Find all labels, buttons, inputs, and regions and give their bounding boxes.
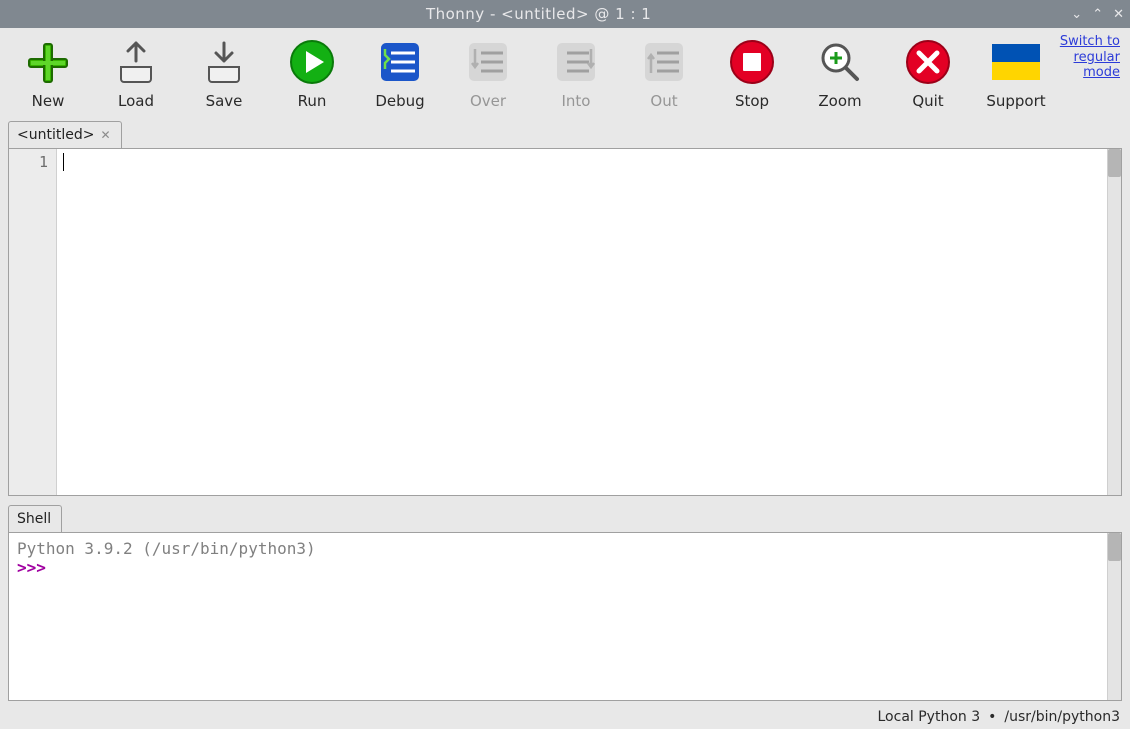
debug-button[interactable]: Debug (356, 34, 444, 110)
line-gutter: 1 (9, 149, 57, 495)
new-icon (24, 38, 72, 86)
window-title: Thonny - <untitled> @ 1 : 1 (6, 5, 1071, 23)
save-button[interactable]: Save (180, 34, 268, 110)
statusbar: Local Python 3 • /usr/bin/python3 (0, 705, 1130, 729)
work-area: <untitled> ✕ 1 Shell Python 3.9.2 (/usr/… (0, 121, 1130, 705)
into-button: Into (532, 34, 620, 110)
shell-banner: Python 3.9.2 (/usr/bin/python3) (17, 539, 1107, 558)
quit-button[interactable]: Quit (884, 34, 972, 110)
into-icon (552, 38, 600, 86)
titlebar: Thonny - <untitled> @ 1 : 1 ⌄ ⌃ ✕ (0, 0, 1130, 28)
zoom-label: Zoom (818, 92, 861, 110)
shell-tab-name: Shell (17, 511, 51, 527)
new-label: New (32, 92, 65, 110)
over-button: Over (444, 34, 532, 110)
close-window-icon[interactable]: ✕ (1113, 7, 1124, 22)
save-icon (200, 38, 248, 86)
shell-tab[interactable]: Shell (8, 505, 62, 532)
new-button[interactable]: New (4, 34, 92, 110)
zoom-button[interactable]: Zoom (796, 34, 884, 110)
minimize-icon[interactable]: ⌃ (1092, 7, 1103, 22)
editor-scrollbar[interactable] (1107, 149, 1121, 495)
interpreter-name[interactable]: Local Python 3 (878, 709, 981, 725)
window-controls: ⌄ ⌃ ✕ (1071, 7, 1124, 22)
window-menu-icon[interactable]: ⌄ (1071, 7, 1082, 22)
statusbar-separator: • (988, 709, 996, 725)
editor-area: 1 (8, 148, 1122, 496)
out-icon (640, 38, 688, 86)
stop-button[interactable]: Stop (708, 34, 796, 110)
load-label: Load (118, 92, 154, 110)
debug-label: Debug (375, 92, 424, 110)
shell-prompt: >>> (17, 558, 46, 577)
line-number: 1 (9, 153, 48, 171)
text-caret (63, 153, 64, 171)
switch-mode-link[interactable]: Switch to regular mode (1060, 34, 1120, 81)
shell-panel: Shell Python 3.9.2 (/usr/bin/python3) >>… (8, 505, 1122, 701)
out-button: Out (620, 34, 708, 110)
code-editor[interactable] (57, 149, 1107, 495)
shell-area[interactable]: Python 3.9.2 (/usr/bin/python3) >>> (8, 532, 1122, 701)
shell-scrollbar[interactable] (1107, 533, 1121, 700)
editor-tabbar: <untitled> ✕ (8, 121, 1122, 148)
out-label: Out (650, 92, 677, 110)
stop-label: Stop (735, 92, 769, 110)
debug-icon (376, 38, 424, 86)
load-button[interactable]: Load (92, 34, 180, 110)
zoom-icon (816, 38, 864, 86)
scrollbar-thumb[interactable] (1108, 149, 1121, 177)
quit-label: Quit (912, 92, 943, 110)
support-button[interactable]: Support (972, 34, 1060, 110)
save-label: Save (206, 92, 243, 110)
quit-icon (904, 38, 952, 86)
run-label: Run (298, 92, 327, 110)
run-icon (288, 38, 336, 86)
over-label: Over (470, 92, 506, 110)
shell-tabbar: Shell (8, 505, 1122, 532)
support-label: Support (986, 92, 1045, 110)
load-icon (112, 38, 160, 86)
interpreter-path[interactable]: /usr/bin/python3 (1004, 709, 1120, 725)
support-icon (992, 38, 1040, 86)
over-icon (464, 38, 512, 86)
close-tab-icon[interactable]: ✕ (100, 128, 110, 142)
editor-panel: <untitled> ✕ 1 (8, 121, 1122, 496)
run-button[interactable]: Run (268, 34, 356, 110)
scrollbar-thumb[interactable] (1108, 533, 1121, 561)
toolbar: New Load Save Run (0, 28, 1130, 121)
shell-text: Python 3.9.2 (/usr/bin/python3) >>> (17, 539, 1107, 694)
into-label: Into (562, 92, 591, 110)
editor-tab-name: <untitled> (17, 127, 94, 143)
stop-icon (728, 38, 776, 86)
editor-tab[interactable]: <untitled> ✕ (8, 121, 122, 148)
